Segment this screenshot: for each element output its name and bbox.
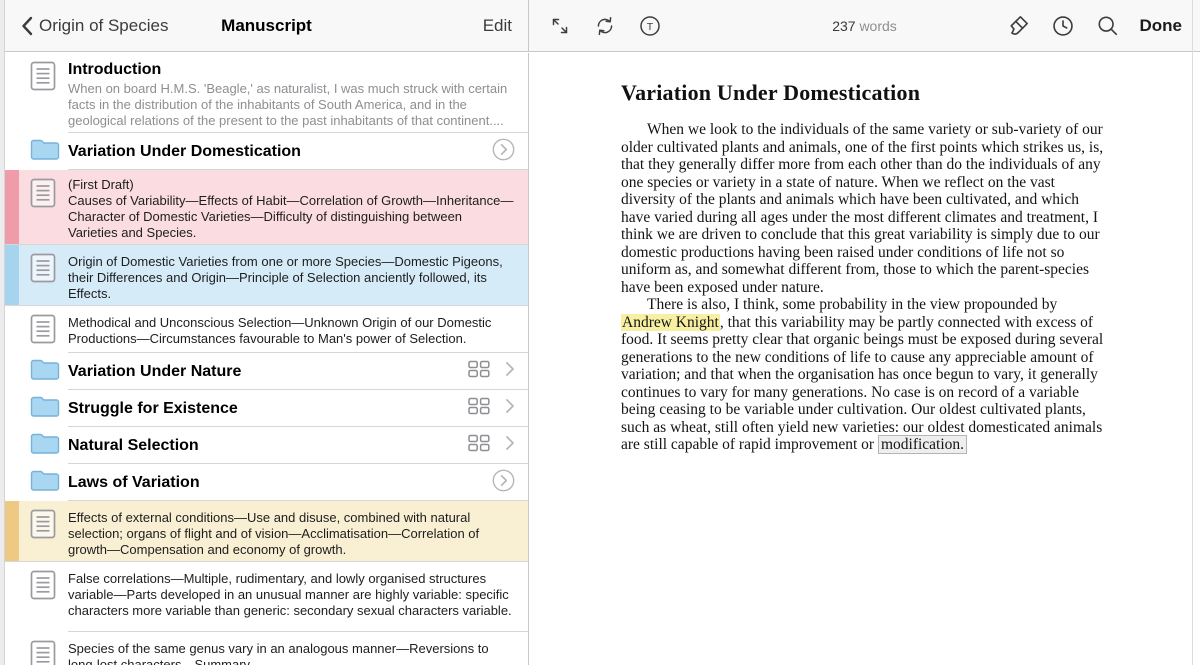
binder-list: Introduction When on board H.M.S. 'Beagl… [5,53,529,665]
linked-comment-text[interactable]: modification. [878,435,967,454]
appearance-button[interactable] [1005,13,1031,39]
editor-header: T 237 words [529,0,1200,51]
history-button[interactable] [1050,13,1076,39]
folder-title: Variation Under Domestication [68,143,492,161]
disclosure-chevron-icon[interactable] [505,398,515,419]
corkboard-grid-icon[interactable] [468,397,490,420]
paintbrush-icon [1006,14,1030,38]
paragraph-2: There is also, I think, some probability… [621,296,1105,454]
document-icon [30,570,56,605]
item-synopsis: Effects of external conditions—Use and d… [68,510,514,558]
expand-button[interactable] [547,13,573,39]
svg-text:T: T [647,20,654,32]
document-icon [30,640,56,665]
folder-title: Natural Selection [68,437,468,455]
typography-icon: T [638,14,662,38]
document-icon [30,61,56,96]
done-button[interactable]: Done [1140,16,1183,36]
document-icon [30,314,56,349]
clock-icon [1051,14,1075,38]
item-title: Introduction [68,60,514,79]
disclosure-circled-chevron-icon[interactable] [492,138,515,166]
word-count: 237 words [832,18,897,34]
search-button[interactable] [1095,13,1121,39]
folder-icon [30,394,60,423]
item-synopsis: Methodical and Unconscious Selection—Unk… [68,315,514,347]
paragraph-1: When we look to the individuals of the s… [621,121,1105,296]
binder-item-introduction[interactable]: Introduction When on board H.M.S. 'Beagl… [5,53,528,133]
item-synopsis: Origin of Domestic Varieties from one or… [68,254,514,302]
top-toolbar: Origin of Species Manuscript Edit [5,0,1200,52]
sync-icon [594,15,616,37]
expand-icon [549,15,571,37]
folder-icon [30,137,60,166]
item-synopsis: False correlations—Multiple, rudimentary… [68,571,514,619]
binder-item-struggle-for-existence[interactable]: Struggle for Existence [5,390,528,427]
typography-button[interactable]: T [637,13,663,39]
editor-pane[interactable]: Variation Under Domestication When we lo… [530,53,1200,665]
disclosure-chevron-icon[interactable] [505,361,515,382]
document-icon [30,509,56,544]
label-stripe-red [5,170,19,245]
binder-item-variation-under-nature[interactable]: Variation Under Nature [5,353,528,390]
binder-item-variation-under-domestication[interactable]: Variation Under Domestication [5,133,528,170]
binder-item-origin-of-domestic-varieties[interactable]: Origin of Domestic Varieties from one or… [5,245,528,306]
sync-button[interactable] [592,13,618,39]
disclosure-circled-chevron-icon[interactable] [492,469,515,497]
binder-item-false-correlations[interactable]: False correlations—Multiple, rudimentary… [5,562,528,632]
document-title: Variation Under Domestication [621,80,1105,106]
item-preview: When on board H.M.S. 'Beagle,' as natura… [68,81,514,129]
document-icon [30,253,56,288]
item-heading: (First Draft) [68,177,514,193]
search-icon [1096,14,1120,38]
binder-item-first-draft[interactable]: (First Draft) Causes of Variability—Effe… [5,170,528,245]
word-count-value: 237 [832,18,855,34]
back-chevron-icon [21,16,33,36]
corkboard-grid-icon[interactable] [468,434,490,457]
binder-item-laws-of-variation[interactable]: Laws of Variation [5,464,528,501]
disclosure-chevron-icon[interactable] [505,435,515,456]
corkboard-grid-icon[interactable] [468,360,490,383]
highlighted-text[interactable]: Andrew Knight [621,314,720,331]
label-stripe-blue [5,245,19,306]
item-synopsis: Species of the same genus vary in an ana… [68,641,514,665]
folder-title: Struggle for Existence [68,400,468,418]
folder-icon [30,357,60,386]
item-synopsis: Causes of Variability—Effects of Habit—C… [68,193,514,241]
word-count-suffix: words [859,18,896,34]
folder-title: Laws of Variation [68,474,492,492]
binder-item-effects-of-external-conditions[interactable]: Effects of external conditions—Use and d… [5,501,528,562]
edit-button[interactable]: Edit [483,16,512,36]
binder-item-natural-selection[interactable]: Natural Selection [5,427,528,464]
back-button-label: Origin of Species [39,16,168,36]
binder-item-species-of-same-genus[interactable]: Species of the same genus vary in an ana… [5,632,528,665]
document-icon [30,178,56,213]
back-button[interactable]: Origin of Species [21,16,168,36]
screen-edge-left [0,0,5,665]
folder-icon [30,431,60,460]
document-text[interactable]: When we look to the individuals of the s… [621,121,1105,454]
label-stripe-yellow [5,501,19,562]
binder-header: Origin of Species Manuscript Edit [5,0,529,51]
app-window: Origin of Species Manuscript Edit [0,0,1200,665]
folder-title: Variation Under Nature [68,363,468,381]
folder-icon [30,468,60,497]
binder-item-methodical-selection[interactable]: Methodical and Unconscious Selection—Unk… [5,306,528,353]
